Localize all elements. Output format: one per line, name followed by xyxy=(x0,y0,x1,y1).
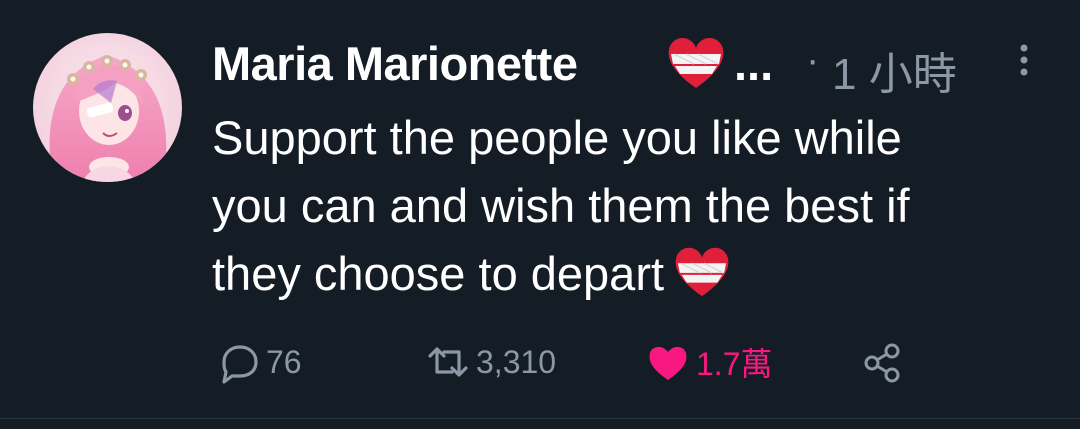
avatar[interactable] xyxy=(33,33,182,182)
heart-icon xyxy=(649,346,687,380)
share-button[interactable] xyxy=(858,334,906,390)
display-name[interactable]: Maria Marionette xyxy=(212,36,578,91)
bandaged-heart-icon xyxy=(670,244,734,298)
share-icon xyxy=(864,343,900,383)
timestamp[interactable]: 1 小時 xyxy=(832,38,957,102)
like-button[interactable]: 1.7萬 xyxy=(644,334,773,390)
more-options-icon[interactable] xyxy=(1012,42,1036,78)
divider xyxy=(0,418,1080,419)
retweet-icon xyxy=(428,347,468,377)
reply-count: 76 xyxy=(266,343,302,380)
tweet-card[interactable]: Maria Marionette ... · 1 小時 Support the … xyxy=(0,0,1080,429)
tweet-text-line: you can and wish them the best if xyxy=(212,179,910,232)
tweet-text: Support the people you like while you ca… xyxy=(212,104,1052,308)
retweet-count: 3,310 xyxy=(476,343,557,380)
tweet-text-line: they choose to depart xyxy=(212,240,1052,308)
tweet-text-fragment: they choose to depart xyxy=(212,247,665,300)
reply-button[interactable]: 76 xyxy=(214,334,302,390)
tweet-actions: 76 3,310 1.7萬 xyxy=(212,334,1052,390)
name-truncation: ... xyxy=(734,37,774,90)
meta-separator: · xyxy=(806,38,820,82)
tweet-header: Maria Marionette ... · 1 小時 xyxy=(212,28,1062,99)
bandaged-heart-icon xyxy=(664,34,728,90)
retweet-button[interactable]: 3,310 xyxy=(424,334,556,390)
reply-icon xyxy=(222,345,258,384)
tweet-text-line: Support the people you like while xyxy=(212,111,902,164)
like-count: 1.7萬 xyxy=(696,346,773,382)
